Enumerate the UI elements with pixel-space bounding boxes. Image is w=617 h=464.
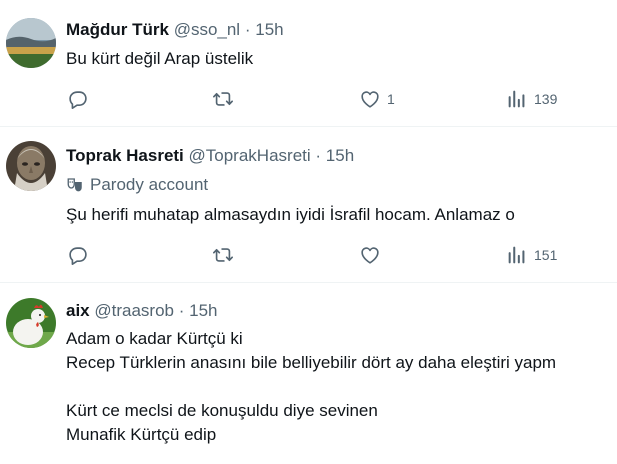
timestamp[interactable]: 15h xyxy=(326,146,354,165)
avatar[interactable] xyxy=(6,141,56,191)
mask-icon xyxy=(67,178,82,192)
tweet-header: Mağdur Türk @sso_nl · 15h xyxy=(66,19,284,41)
timestamp[interactable]: 15h xyxy=(189,301,217,320)
reply-button[interactable] xyxy=(66,243,88,267)
views-count: 139 xyxy=(534,91,558,107)
timestamp[interactable]: 15h xyxy=(255,20,283,39)
tweet-3[interactable]: aix @traasrob · 15h Adam o kadar Kürtçü … xyxy=(0,283,617,464)
tweet-text: Şu herifi muhatap almasaydın iyidi İsraf… xyxy=(66,203,515,227)
like-button[interactable]: 1 xyxy=(359,87,395,111)
author-name[interactable]: Mağdur Türk xyxy=(66,20,169,39)
tweet-text: Adam o kadar Kürtçü ki Recep Türklerin a… xyxy=(66,327,556,447)
retweet-icon xyxy=(213,248,233,262)
tweet-2[interactable]: Toprak Hasreti @ToprakHasreti · 15h Paro… xyxy=(0,127,617,282)
views-chart-icon xyxy=(508,90,525,108)
author-handle[interactable]: @traasrob xyxy=(94,301,174,320)
heart-icon xyxy=(361,91,379,108)
parody-badge: Parody account xyxy=(66,174,208,196)
heart-icon xyxy=(361,247,379,264)
like-count: 1 xyxy=(387,91,395,107)
tweet-1[interactable]: Mağdur Türk @sso_nl · 15h Bu kürt değil … xyxy=(0,0,617,126)
author-name[interactable]: aix xyxy=(66,301,90,320)
avatar[interactable] xyxy=(6,18,56,68)
views-count: 151 xyxy=(534,247,558,263)
reply-icon xyxy=(69,91,87,109)
tweet-text-line: Recep Türklerin anasını bile belliyebili… xyxy=(66,353,557,372)
views-button[interactable]: 151 xyxy=(506,243,557,267)
retweet-button[interactable] xyxy=(212,87,234,111)
tweet-header: aix @traasrob · 15h xyxy=(66,300,218,322)
tweet-text-line: Bu kürt değil Arap üstelik xyxy=(66,49,254,68)
tweet-header: Toprak Hasreti @ToprakHasreti · 15h xyxy=(66,145,354,167)
separator-dot: · xyxy=(178,301,185,320)
action-bar: 1 139 xyxy=(66,87,617,111)
parody-label: Parody account xyxy=(90,175,209,194)
like-button[interactable] xyxy=(359,243,381,267)
reply-icon xyxy=(69,247,87,265)
tweet-text-line xyxy=(66,375,556,399)
tweet-text-line: Şu herifi muhatap almasaydın iyidi İsraf… xyxy=(66,205,515,224)
separator-dot: · xyxy=(244,20,251,39)
views-button[interactable]: 139 xyxy=(506,87,557,111)
separator-dot: · xyxy=(315,146,322,165)
author-handle[interactable]: @ToprakHasreti xyxy=(189,146,311,165)
action-bar: 151 xyxy=(66,243,617,267)
author-name[interactable]: Toprak Hasreti xyxy=(66,146,184,165)
tweet-text-line: Munafik Kürtçü edip xyxy=(66,425,217,444)
retweet-button[interactable] xyxy=(212,243,234,267)
reply-button[interactable] xyxy=(66,87,88,111)
tweet-text-line: Adam o kadar Kürtçü ki xyxy=(66,329,243,348)
tweet-text: Bu kürt değil Arap üstelik xyxy=(66,47,253,71)
avatar[interactable] xyxy=(6,298,56,348)
tweet-text-line: Kürt ce meclsi de konuşuldu diye sevinen xyxy=(66,401,378,420)
views-chart-icon xyxy=(508,246,525,264)
retweet-icon xyxy=(213,92,233,106)
author-handle[interactable]: @sso_nl xyxy=(174,20,240,39)
